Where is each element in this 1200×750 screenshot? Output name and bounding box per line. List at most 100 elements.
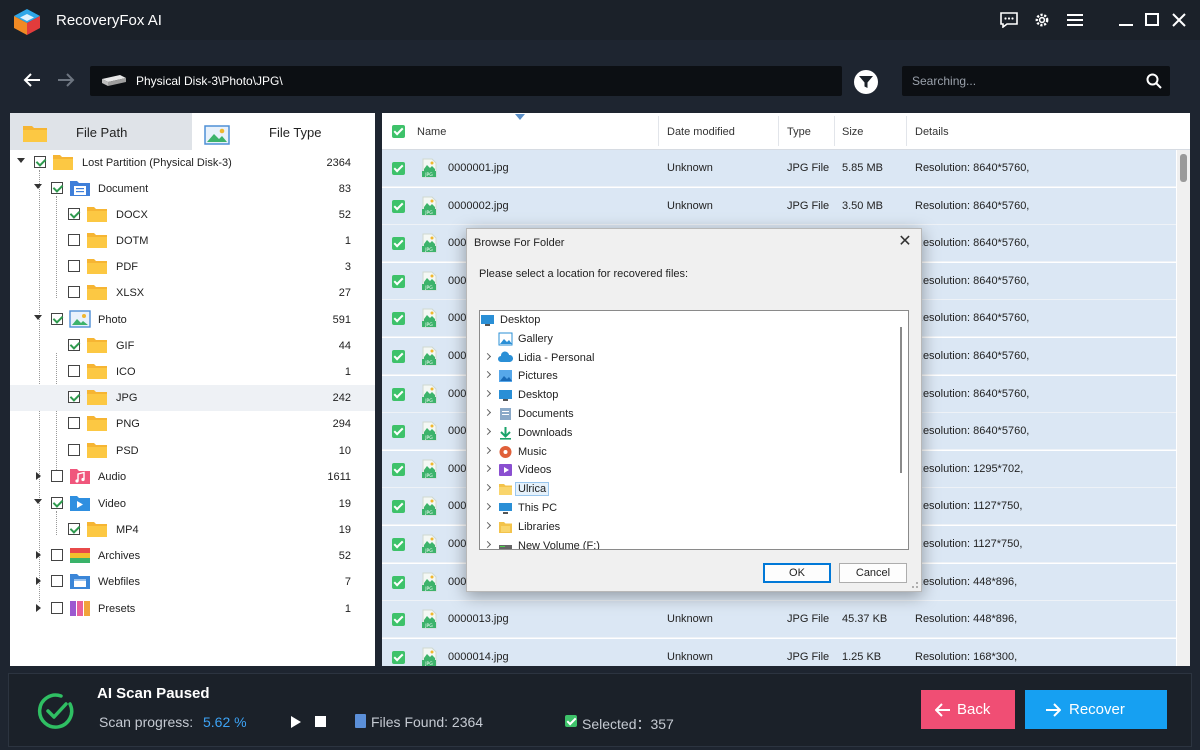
folder-item[interactable]: Music	[480, 443, 895, 462]
table-row[interactable]: JPG 0000001.jpg Unknown JPG File 5.85 MB Reso…	[382, 150, 1176, 187]
row-checkbox[interactable]	[392, 500, 405, 514]
expand-chevron-icon[interactable]	[483, 521, 492, 529]
column-header-type[interactable]: Type	[787, 126, 811, 138]
tree-row-archives[interactable]: Archives 52	[10, 543, 375, 569]
folder-item[interactable]: Lidia - Personal	[480, 349, 895, 368]
tab-file-path[interactable]: File Path	[10, 113, 192, 150]
row-checkbox[interactable]	[392, 350, 405, 363]
minimize-icon[interactable]	[1115, 9, 1137, 31]
resize-grip-icon[interactable]	[909, 579, 919, 589]
row-checkbox[interactable]	[392, 237, 405, 251]
tree-checkbox[interactable]	[51, 497, 63, 509]
folder-item[interactable]: Ulrica	[480, 480, 895, 499]
tree-checkbox[interactable]	[51, 575, 63, 587]
forward-arrow-icon[interactable]	[54, 68, 78, 92]
tree-row-audio[interactable]: Audio 1611	[10, 464, 375, 490]
recover-button[interactable]: Recover	[1025, 690, 1167, 729]
tree-row-jpg[interactable]: JPG 242	[10, 385, 375, 411]
folder-item[interactable]: Documents	[480, 405, 895, 424]
select-all-checkbox[interactable]	[392, 125, 405, 138]
row-checkbox[interactable]	[392, 274, 405, 288]
folder-item[interactable]: Pictures	[480, 367, 895, 386]
maximize-icon[interactable]	[1141, 9, 1163, 31]
tree-row-docx[interactable]: DOCX 52	[10, 202, 375, 228]
column-header-name[interactable]: Name	[417, 126, 446, 138]
play-icon[interactable]	[291, 716, 301, 728]
search-icon[interactable]	[1146, 73, 1162, 89]
table-row[interactable]: JPG 0000014.jpg Unknown JPG File 1.25 KB Reso…	[382, 638, 1176, 666]
column-header-date[interactable]: Date modified	[667, 126, 735, 138]
folder-item[interactable]: Desktop	[480, 386, 895, 405]
close-icon[interactable]	[1168, 9, 1190, 31]
column-header-size[interactable]: Size	[842, 126, 863, 138]
tree-row-lost-partition[interactable]: Lost Partition (Physical Disk-3) 2364	[10, 150, 375, 176]
folder-item[interactable]: Gallery	[480, 330, 895, 349]
tree-row-pdf[interactable]: PDF 3	[10, 254, 375, 280]
expand-chevron-icon[interactable]	[483, 427, 492, 435]
scrollbar-thumb[interactable]	[900, 327, 902, 473]
row-checkbox[interactable]	[392, 387, 405, 401]
row-checkbox[interactable]	[392, 613, 405, 627]
menu-icon[interactable]	[1064, 9, 1086, 31]
filter-icon[interactable]	[854, 70, 878, 94]
expand-chevron-icon[interactable]	[483, 408, 492, 417]
expand-chevron-icon[interactable]	[483, 390, 492, 398]
expand-chevron-icon[interactable]	[483, 502, 492, 511]
tree-checkbox[interactable]	[68, 234, 80, 246]
column-header-details[interactable]: Details	[915, 126, 949, 138]
tree-checkbox[interactable]	[51, 313, 63, 325]
tree-checkbox[interactable]	[51, 549, 63, 561]
expand-chevron-icon[interactable]	[483, 484, 492, 492]
row-checkbox[interactable]	[392, 650, 405, 664]
folder-tree-scrollbar[interactable]	[894, 311, 908, 549]
tree-row-xlsx[interactable]: XLSX 27	[10, 280, 375, 306]
tree-row-gif[interactable]: GIF 44	[10, 333, 375, 359]
row-checkbox[interactable]	[392, 199, 405, 213]
folder-item[interactable]: Downloads	[480, 424, 895, 443]
back-arrow-icon[interactable]	[20, 68, 44, 92]
table-row[interactable]: JPG 0000013.jpg Unknown JPG File 45.37 KB Res…	[382, 601, 1176, 639]
expand-chevron-icon[interactable]	[483, 446, 492, 454]
file-list-scrollbar[interactable]	[1177, 150, 1190, 666]
cancel-button[interactable]: Cancel	[839, 563, 907, 583]
folder-item[interactable]: Desktop	[480, 311, 895, 330]
table-row[interactable]: JPG 0000002.jpg Unknown JPG File 3.50 MB Reso…	[382, 187, 1176, 225]
tree-checkbox[interactable]	[68, 260, 80, 272]
stop-icon[interactable]	[315, 716, 326, 727]
folder-item[interactable]: Libraries	[480, 518, 895, 537]
tab-file-type[interactable]: File Type	[192, 113, 375, 150]
expand-chevron-icon[interactable]	[483, 540, 492, 548]
folder-item[interactable]: New Volume (F:)	[480, 537, 895, 549]
tree-row-mp4[interactable]: MP4 19	[10, 517, 375, 543]
row-checkbox[interactable]	[392, 575, 405, 589]
feedback-icon[interactable]	[998, 9, 1020, 31]
tree-row-ico[interactable]: ICO 1	[10, 359, 375, 385]
row-checkbox[interactable]	[392, 425, 405, 439]
tree-checkbox[interactable]	[51, 470, 63, 482]
expand-chevron-icon[interactable]	[483, 465, 492, 473]
tree-checkbox[interactable]	[68, 339, 80, 351]
tree-checkbox[interactable]	[68, 286, 80, 298]
back-button[interactable]: Back	[921, 690, 1015, 729]
tree-checkbox[interactable]	[51, 182, 63, 194]
tree-checkbox[interactable]	[51, 602, 63, 614]
tree-checkbox[interactable]	[68, 365, 80, 377]
tree-checkbox[interactable]	[68, 208, 80, 220]
expand-chevron-icon[interactable]	[483, 371, 492, 379]
row-checkbox[interactable]	[392, 538, 405, 551]
path-bar[interactable]: Physical Disk-3\Photo\JPG\	[90, 66, 842, 96]
ok-button[interactable]: OK	[763, 563, 831, 583]
row-checkbox[interactable]	[392, 462, 405, 476]
tree-checkbox[interactable]	[68, 523, 80, 535]
tree-row-document[interactable]: Document 83	[10, 176, 375, 202]
row-checkbox[interactable]	[392, 312, 405, 326]
folder-item[interactable]: This PC	[480, 499, 895, 518]
tree-checkbox[interactable]	[34, 156, 46, 168]
settings-gear-icon[interactable]	[1031, 9, 1053, 31]
tree-row-presets[interactable]: Presets 1	[10, 596, 375, 622]
folder-item[interactable]: Videos	[480, 461, 895, 480]
tree-row-psd[interactable]: PSD 10	[10, 438, 375, 464]
tree-row-video[interactable]: Video 19	[10, 491, 375, 517]
row-checkbox[interactable]	[392, 162, 405, 175]
expand-chevron-icon[interactable]	[483, 352, 492, 360]
